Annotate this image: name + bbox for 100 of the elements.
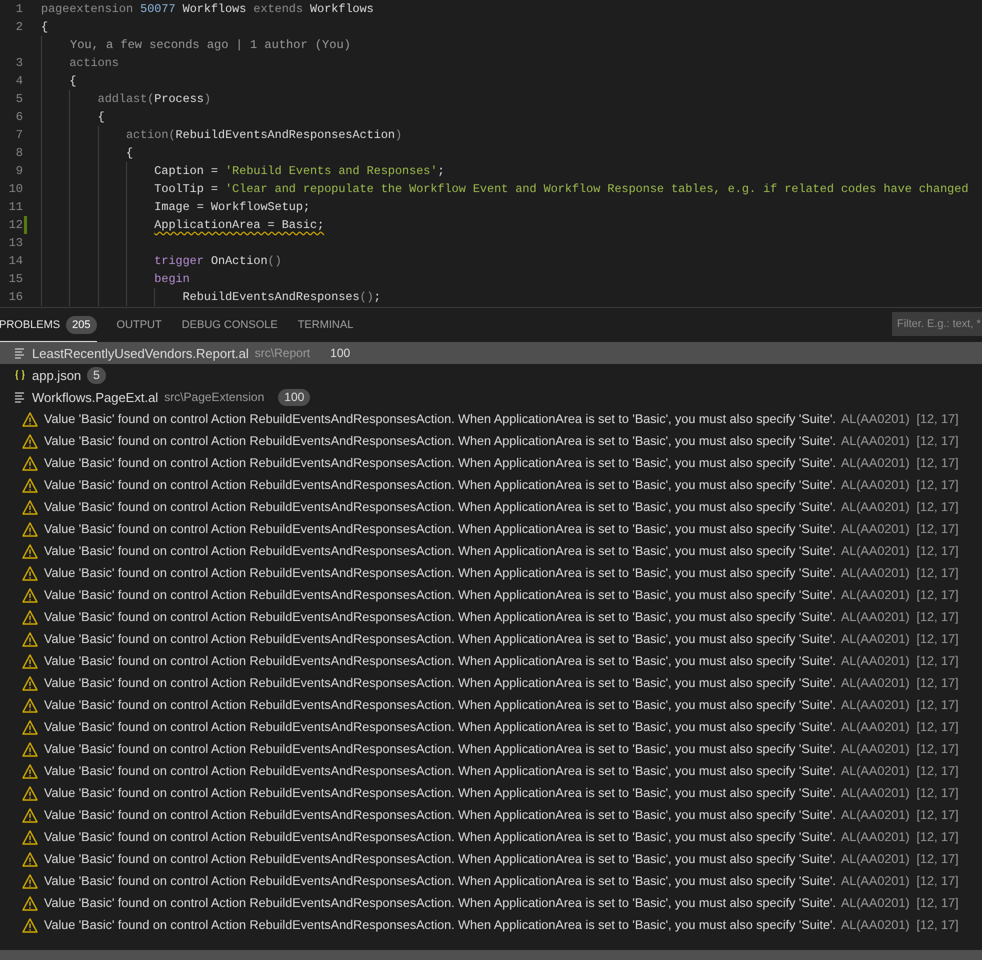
file-group-row[interactable]: LeastRecentlyUsedVendors.Report.al src\Report 100 (0, 342, 982, 364)
code-token: ; (437, 163, 445, 180)
filter-field[interactable]: Filter. E.g.: text, * (892, 312, 982, 336)
problem-message[interactable]: Value 'Basic' found on control Action RebuildEventsAndResponsesAction. When ApplicationArea is set to 'Basic', you must also specify 'Suite'. (44, 522, 836, 536)
code-token: begin (154, 271, 190, 288)
rule-code: AL(AA0201) (840, 632, 910, 646)
problem-message[interactable]: Value 'Basic' found on control Action RebuildEventsAndResponsesAction. When ApplicationArea is set to 'Basic', you must also specify 'Suite'. (44, 896, 836, 910)
problem-message[interactable]: Value 'Basic' found on control Action RebuildEventsAndResponsesAction. When ApplicationArea is set to 'Basic', you must also specify 'Suite'. (44, 588, 836, 602)
problem-message[interactable]: Value 'Basic' found on control Action RebuildEventsAndResponsesAction. When ApplicationArea is set to 'Basic', you must also specify 'Suite'. (44, 808, 836, 822)
problem-message[interactable]: Value 'Basic' found on control Action RebuildEventsAndResponsesAction. When ApplicationArea is set to 'Basic', you must also specify 'Suite'. (44, 478, 836, 492)
line-number: 6 (16, 109, 23, 126)
problem-count: 5 (87, 366, 106, 384)
warning-icon (22, 478, 38, 492)
code-token: ToolTip = (154, 181, 219, 198)
warning-icon (22, 874, 38, 888)
warning-icon (22, 544, 38, 558)
problem-position: [12, 17] (916, 478, 959, 492)
code-token: 'Clear and repopulate the Workflow Event and Workflow Response tables, e.g. if related codes have changed (225, 181, 968, 198)
problem-position: [12, 17] (916, 456, 959, 470)
problem-message[interactable]: Value 'Basic' found on control Action RebuildEventsAndResponsesAction. When ApplicationArea is set to 'Basic', you must also specify 'Suite'. (44, 764, 836, 778)
code-token: extends (253, 1, 304, 18)
problem-message[interactable]: Value 'Basic' found on control Action RebuildEventsAndResponsesAction. When ApplicationArea is set to 'Basic', you must also specify 'Suite'. (44, 720, 836, 734)
code-token: OnAction (210, 253, 268, 270)
rule-code: AL(AA0201) (840, 610, 910, 624)
problem-message[interactable]: Value 'Basic' found on control Action RebuildEventsAndResponsesAction. When ApplicationArea is set to 'Basic', you must also specify 'Suite'. (44, 830, 836, 844)
file-group-row[interactable]: app.json 5 (0, 364, 982, 386)
file-group-row[interactable]: Workflows.PageExt.al src\PageExtension 100 (0, 386, 982, 408)
code-token: ( (168, 127, 176, 144)
problem-message[interactable]: Value 'Basic' found on control Action RebuildEventsAndResponsesAction. When ApplicationArea is set to 'Basic', you must also specify 'Suite'. (44, 500, 836, 514)
file-name: LeastRecentlyUsedVendors.Report.al (32, 346, 249, 360)
warning-icon (22, 654, 38, 668)
problem-message[interactable]: Value 'Basic' found on control Action RebuildEventsAndResponsesAction. When ApplicationArea is set to 'Basic', you must also specify 'Suite'. (44, 918, 836, 932)
problem-position: [12, 17] (916, 874, 959, 888)
problem-message[interactable]: Value 'Basic' found on control Action RebuildEventsAndResponsesAction. When ApplicationArea is set to 'Basic', you must also specify 'Suite'. (44, 698, 836, 712)
problem-message[interactable]: Value 'Basic' found on control Action RebuildEventsAndResponsesAction. When ApplicationArea is set to 'Basic', you must also specify 'Suite'. (44, 544, 836, 558)
lines-icon (14, 347, 26, 359)
code-token: () (360, 289, 374, 306)
file-path: src\Report (254, 346, 310, 360)
rule-code: AL(AA0201) (840, 588, 910, 602)
code-token: Workflows (310, 1, 374, 18)
warning-icon (22, 676, 38, 690)
warning-icon (22, 720, 38, 734)
rule-code: AL(AA0201) (840, 918, 910, 932)
panel-tab[interactable]: TERMINAL (298, 308, 354, 342)
problem-position: [12, 17] (916, 676, 959, 690)
warning-icon (22, 566, 38, 580)
problem-position: [12, 17] (916, 830, 959, 844)
problem-position: [12, 17] (916, 896, 959, 910)
panel-tab[interactable]: OUTPUT (116, 308, 162, 342)
code-token: () (268, 253, 282, 270)
problem-position: [12, 17] (916, 786, 959, 800)
line-number: 9 (16, 163, 23, 180)
code-token: Process (154, 91, 204, 108)
problem-message[interactable]: Value 'Basic' found on control Action RebuildEventsAndResponsesAction. When ApplicationArea is set to 'Basic', you must also specify 'Suite'. (44, 412, 836, 426)
problem-position: [12, 17] (916, 434, 959, 448)
line-number: 15 (8, 271, 23, 288)
problem-message[interactable]: Value 'Basic' found on control Action RebuildEventsAndResponsesAction. When ApplicationArea is set to 'Basic', you must also specify 'Suite'. (44, 852, 836, 866)
problem-message[interactable]: Value 'Basic' found on control Action RebuildEventsAndResponsesAction. When ApplicationArea is set to 'Basic', you must also specify 'Suite'. (44, 742, 836, 756)
rule-code: AL(AA0201) (840, 764, 910, 778)
problem-message[interactable]: Value 'Basic' found on control Action RebuildEventsAndResponsesAction. When ApplicationArea is set to 'Basic', you must also specify 'Suite'. (44, 676, 836, 690)
warning-icon (22, 698, 38, 712)
rule-code: AL(AA0201) (840, 434, 910, 448)
warning-icon (22, 830, 38, 844)
rule-code: AL(AA0201) (840, 566, 910, 580)
rule-code: AL(AA0201) (840, 742, 910, 756)
code-token: { (41, 19, 48, 36)
rule-code: AL(AA0201) (840, 478, 910, 492)
problem-position: [12, 17] (916, 852, 959, 866)
codelens-annotation[interactable]: You, a few seconds ago | 1 author (You) (41, 36, 351, 54)
code-token: { (98, 109, 105, 126)
code-token: Image = WorkflowSetup; (154, 199, 310, 216)
code-token: { (126, 145, 134, 162)
problem-message[interactable]: Value 'Basic' found on control Action RebuildEventsAndResponsesAction. When ApplicationArea is set to 'Basic', you must also specify 'Suite'. (44, 566, 836, 580)
warning-icon (22, 456, 38, 470)
code-token: ) (204, 91, 211, 108)
line-number: 8 (16, 145, 23, 162)
rule-code: AL(AA0201) (840, 874, 910, 888)
problem-position: [12, 17] (916, 918, 959, 932)
line-number: 11 (8, 199, 23, 216)
problem-position: [12, 17] (916, 412, 959, 426)
problem-position: [12, 17] (916, 632, 959, 646)
warning-icon (22, 742, 38, 756)
line-number: 10 (8, 181, 23, 198)
problem-message[interactable]: Value 'Basic' found on control Action RebuildEventsAndResponsesAction. When ApplicationArea is set to 'Basic', you must also specify 'Suite'. (44, 434, 836, 448)
problem-count: 100 (329, 344, 352, 362)
problem-message[interactable]: Value 'Basic' found on control Action RebuildEventsAndResponsesAction. When ApplicationArea is set to 'Basic', you must also specify 'Suite'. (44, 610, 836, 624)
panel-tab[interactable]: DEBUG CONSOLE (182, 308, 278, 342)
problem-message[interactable]: Value 'Basic' found on control Action RebuildEventsAndResponsesAction. When ApplicationArea is set to 'Basic', you must also specify 'Suite'. (44, 456, 836, 470)
rule-code: AL(AA0201) (840, 544, 910, 558)
code-token: Caption = (154, 163, 219, 180)
problem-message[interactable]: Value 'Basic' found on control Action RebuildEventsAndResponsesAction. When ApplicationArea is set to 'Basic', you must also specify 'Suite'. (44, 874, 836, 888)
problem-position: [12, 17] (916, 764, 959, 778)
code-token: action (126, 127, 168, 144)
warning-icon (22, 764, 38, 778)
warning-icon (22, 500, 38, 514)
problem-position: [12, 17] (916, 522, 959, 536)
code-token: trigger (154, 253, 204, 270)
problem-message[interactable]: Value 'Basic' found on control Action RebuildEventsAndResponsesAction. When ApplicationArea is set to 'Basic', you must also specify 'Suite'. (44, 786, 836, 800)
problem-message[interactable]: Value 'Basic' found on control Action RebuildEventsAndResponsesAction. When ApplicationArea is set to 'Basic', you must also specify 'Suite'. (44, 654, 836, 668)
problem-message[interactable]: Value 'Basic' found on control Action RebuildEventsAndResponsesAction. When ApplicationArea is set to 'Basic', you must also specify 'Suite'. (44, 632, 836, 646)
